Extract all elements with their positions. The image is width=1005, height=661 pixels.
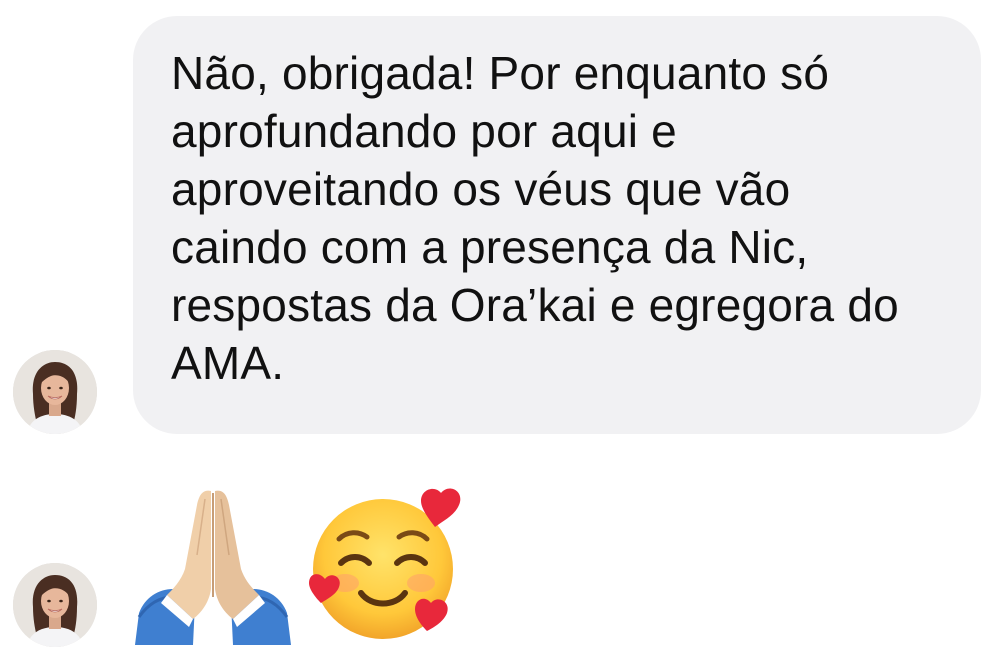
avatar[interactable] [13, 563, 97, 647]
message-text: Não, obrigada! Por enquanto só aprofunda… [171, 47, 899, 389]
message-row: Não, obrigada! Por enquanto só aprofunda… [0, 0, 1005, 450]
message-row [0, 470, 1005, 661]
smiling-face-with-hearts-icon[interactable] [303, 485, 463, 645]
profile-photo-icon [13, 563, 97, 647]
message-bubble[interactable]: Não, obrigada! Por enquanto só aprofunda… [133, 16, 981, 434]
avatar[interactable] [13, 350, 97, 434]
chat-thread: Não, obrigada! Por enquanto só aprofunda… [0, 0, 1005, 661]
profile-photo-icon [13, 350, 97, 434]
folded-hands-icon[interactable] [133, 485, 293, 645]
